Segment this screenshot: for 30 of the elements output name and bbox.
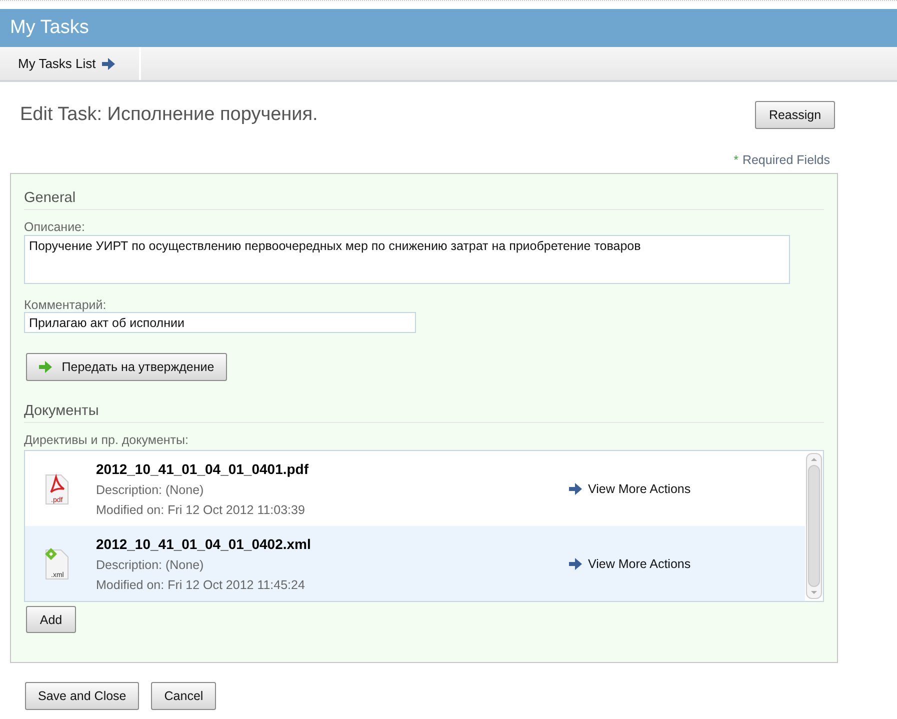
view-more-actions-link[interactable]: View More Actions <box>569 482 691 496</box>
section-heading: Документы <box>24 403 824 423</box>
scrollbar[interactable] <box>806 453 822 599</box>
file-name[interactable]: 2012_10_41_01_04_01_0402.xml <box>96 536 536 552</box>
cancel-button[interactable]: Cancel <box>151 682 216 710</box>
required-fields-note: Required Fields <box>742 153 830 167</box>
field-label: Директивы и пр. документы: <box>24 433 190 447</box>
file-description: Description: (None) <box>96 482 205 496</box>
page-title: Edit Task: Исполнение поручения. <box>20 104 318 126</box>
file-modified-date: Modified on: Fri 12 Oct 2012 11:45:24 <box>96 578 306 592</box>
reassign-button[interactable]: Reassign <box>755 101 835 129</box>
comment-field[interactable]: Прилагаю акт об исполнии <box>24 312 416 333</box>
required-marker: * <box>734 153 738 167</box>
my-tasks-list-link[interactable]: My Tasks List <box>0 47 141 80</box>
field-label: Комментарий: <box>24 298 108 312</box>
save-and-close-button[interactable]: Save and Close <box>25 682 140 710</box>
description-field[interactable]: Поручение УИРТ по осуществлению первоочередных мер по снижению затрат на приобретение товаров <box>24 235 790 284</box>
arrow-icon <box>569 482 582 494</box>
file-modified-date: Modified on: Fri 12 Oct 2012 11:03:39 <box>96 502 306 516</box>
arrow-icon <box>38 361 52 373</box>
view-more-actions-link[interactable]: View More Actions <box>569 556 691 570</box>
section-heading: General <box>24 190 824 210</box>
arrow-icon <box>569 558 582 570</box>
add-button[interactable]: Add <box>26 606 76 633</box>
file-description: Description: (None) <box>96 558 205 572</box>
file-name[interactable]: 2012_10_41_01_04_01_0401.pdf <box>96 460 536 476</box>
field-label: Описание: <box>24 220 86 234</box>
arrow-icon <box>102 58 115 70</box>
submit-button[interactable]: Передать на утверждение <box>26 353 227 381</box>
app-title: My Tasks <box>10 17 89 39</box>
